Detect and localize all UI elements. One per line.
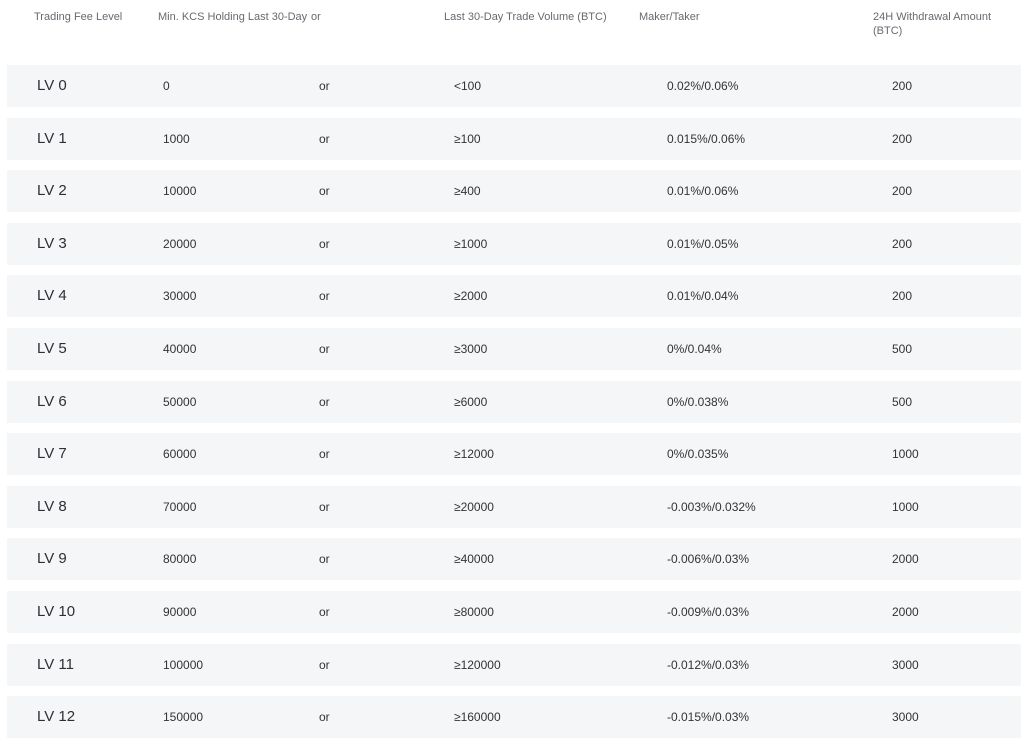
cell-withdrawal-amount: 500 [892,394,913,409]
cell-level: LV 3 [37,234,67,252]
cell-level: LV 6 [37,392,67,410]
cell-or: or [319,289,330,304]
cell-level: LV 11 [37,655,74,673]
cell-trade-volume: ≥20000 [454,499,494,514]
table-row: LV 12 150000 or ≥160000 -0.015%/0.03% 3000 [7,696,1021,739]
cell-kcs-holding: 0 [163,79,170,93]
cell-kcs-holding: 30000 [163,289,197,304]
cell-or: or [319,604,330,619]
table-row: LV 2 10000 or ≥400 0.01%/0.06% 200 [7,170,1021,213]
cell-or: or [319,552,330,567]
cell-level: LV 7 [37,445,67,463]
cell-level: LV 9 [37,550,67,568]
cell-or: or [319,499,330,514]
cell-or: or [319,710,330,725]
cell-trade-volume: ≥40000 [454,552,494,567]
cell-withdrawal-amount: 1000 [892,499,919,514]
cell-level: LV 1 [37,129,67,147]
cell-kcs-holding: 150000 [163,710,204,725]
cell-trade-volume: ≥120000 [454,657,501,672]
cell-withdrawal-amount: 3000 [892,657,919,672]
cell-kcs-holding: 50000 [163,394,197,409]
cell-maker-taker: -0.009%/0.03% [667,604,750,619]
table-row: LV 1 1000 or ≥100 0.015%/0.06% 200 [7,117,1021,160]
cell-maker-taker: 0.015%/0.06% [667,131,746,146]
header-trade-volume: Last 30-Day Trade Volume (BTC) [444,11,607,23]
cell-withdrawal-amount: 1000 [892,447,919,462]
cell-maker-taker: 0%/0.035% [667,447,729,462]
cell-level: LV 4 [37,287,67,305]
cell-maker-taker: 0%/0.04% [667,341,722,356]
cell-maker-taker: -0.003%/0.032% [667,499,756,514]
table-header: Trading Fee Level Min. KCS Holding Last … [0,0,1024,60]
cell-kcs-holding: 40000 [163,341,197,356]
cell-or: or [319,236,330,251]
cell-level: LV 5 [37,339,67,357]
cell-withdrawal-amount: 200 [892,236,913,251]
cell-maker-taker: -0.012%/0.03% [667,657,750,672]
table-row: LV 10 90000 or ≥80000 -0.009%/0.03% 2000 [7,590,1021,633]
cell-kcs-holding: 60000 [163,447,197,462]
cell-level: LV 12 [37,708,76,726]
cell-trade-volume: ≥160000 [454,710,501,725]
cell-maker-taker: 0%/0.038% [667,394,729,409]
table-row: LV 7 60000 or ≥12000 0%/0.035% 1000 [7,433,1021,476]
cell-maker-taker: -0.015%/0.03% [667,710,750,725]
cell-withdrawal-amount: 3000 [892,710,919,725]
cell-maker-taker: 0.01%/0.04% [667,289,739,304]
cell-or: or [319,341,330,356]
cell-withdrawal-amount: 200 [892,131,913,146]
cell-withdrawal-amount: 200 [892,184,913,199]
table-row: LV 4 30000 or ≥2000 0.01%/0.04% 200 [7,275,1021,318]
cell-withdrawal-amount: 2000 [892,552,919,567]
header-or: or [311,11,321,23]
cell-trade-volume: <100 [454,79,482,93]
cell-trade-volume: ≥100 [454,131,481,146]
cell-kcs-holding: 20000 [163,236,197,251]
cell-maker-taker: 0.01%/0.06% [667,184,739,199]
cell-or: or [319,131,330,146]
cell-kcs-holding: 80000 [163,552,197,567]
header-trading-fee-level: Trading Fee Level [34,11,123,23]
cell-level: LV 8 [37,497,67,515]
cell-trade-volume: ≥6000 [454,394,488,409]
cell-trade-volume: ≥1000 [454,236,488,251]
table-row: LV 11 100000 or ≥120000 -0.012%/0.03% 3000 [7,643,1021,686]
cell-kcs-holding: 1000 [163,131,190,146]
table-row: LV 5 40000 or ≥3000 0%/0.04% 500 [7,327,1021,370]
header-withdrawal-amount: 24H Withdrawal Amount (BTC) [873,11,991,37]
cell-or: or [319,394,330,409]
cell-maker-taker: -0.006%/0.03% [667,552,750,567]
table-row: LV 6 50000 or ≥6000 0%/0.038% 500 [7,380,1021,423]
cell-trade-volume: ≥12000 [454,447,494,462]
cell-or: or [319,184,330,199]
cell-maker-taker: 0.01%/0.05% [667,236,739,251]
cell-kcs-holding: 100000 [163,657,204,672]
cell-or: or [319,657,330,672]
cell-level: LV 0 [37,77,67,94]
table-row: LV 9 80000 or ≥40000 -0.006%/0.03% 2000 [7,538,1021,581]
table-row: LV 8 70000 or ≥20000 -0.003%/0.032% 1000 [7,485,1021,528]
cell-withdrawal-amount: 500 [892,341,913,356]
header-min-kcs-holding: Min. KCS Holding Last 30-Day [158,11,308,23]
cell-withdrawal-amount: 200 [892,79,913,93]
cell-trade-volume: ≥2000 [454,289,488,304]
cell-or: or [319,79,330,93]
table-row: LV 0 0 or <100 0.02%/0.06% 200 [7,65,1021,107]
cell-withdrawal-amount: 200 [892,289,913,304]
cell-withdrawal-amount: 2000 [892,604,919,619]
cell-or: or [319,447,330,462]
cell-trade-volume: ≥80000 [454,604,494,619]
table-row: LV 3 20000 or ≥1000 0.01%/0.05% 200 [7,222,1021,265]
fee-level-table-body: LV 0 0 or <100 0.02%/0.06% 200 LV 1 1000 or ≥100 0… [7,65,1021,742]
cell-level: LV 2 [37,182,67,200]
cell-trade-volume: ≥400 [454,184,481,199]
cell-maker-taker: 0.02%/0.06% [667,79,739,93]
cell-trade-volume: ≥3000 [454,341,488,356]
cell-kcs-holding: 70000 [163,499,197,514]
cell-kcs-holding: 10000 [163,184,197,199]
header-maker-taker: Maker/Taker [639,11,700,23]
cell-level: LV 10 [37,602,76,620]
cell-kcs-holding: 90000 [163,604,197,619]
